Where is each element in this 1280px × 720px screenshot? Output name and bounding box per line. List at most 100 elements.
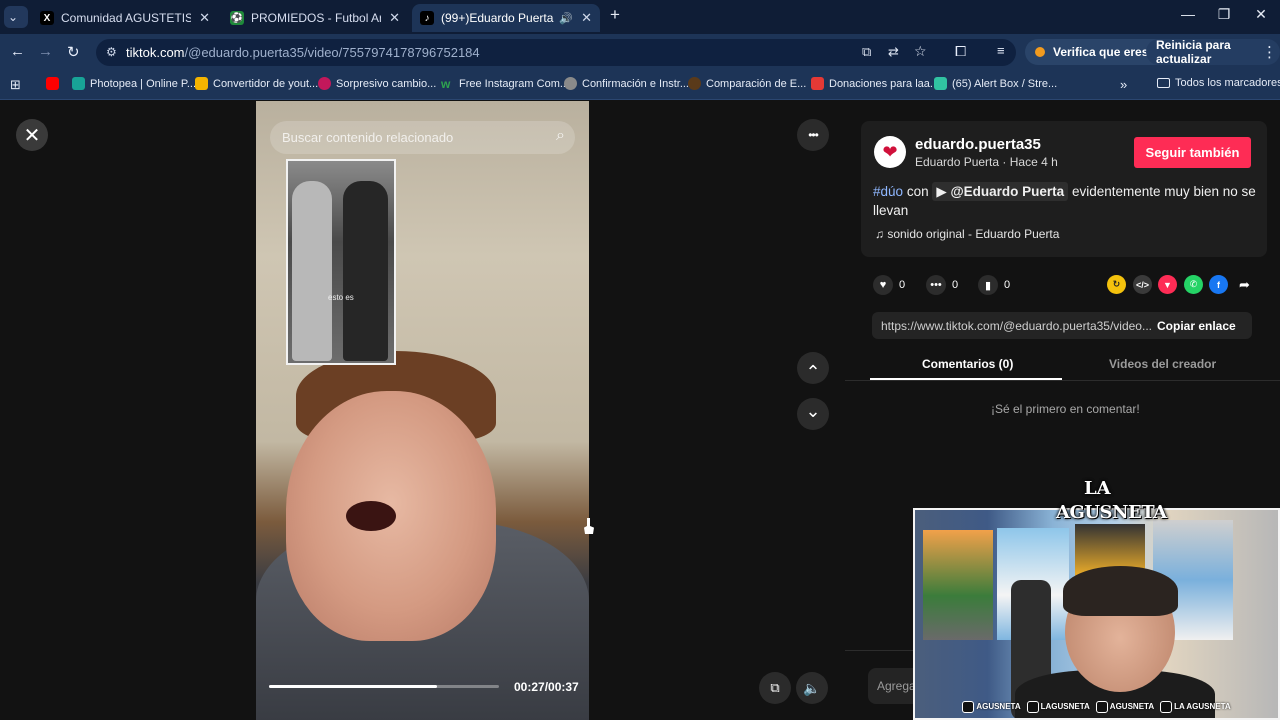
repost-icon[interactable]: ↻ bbox=[1107, 275, 1126, 294]
back-arrow-icon[interactable]: ← bbox=[10, 43, 25, 60]
handle-text: LAGUSNETA bbox=[1040, 702, 1090, 712]
facebook-icon[interactable]: f bbox=[1209, 275, 1228, 294]
share-link-box: https://www.tiktok.com/@eduardo.puerta35… bbox=[872, 312, 1252, 339]
sound-link[interactable]: ♫ sonido original - Eduardo Puerta bbox=[875, 227, 1059, 241]
video-player[interactable]: esto es bbox=[256, 101, 589, 720]
heart-icon: ❤ bbox=[882, 141, 898, 162]
news-icon bbox=[318, 77, 331, 90]
bookmark-photopea[interactable]: Photopea | Online P... bbox=[72, 77, 196, 90]
social-handles: AGUSNETA LAGUSNETA AGUSNETA LA AGUSNETA bbox=[915, 696, 1278, 718]
extensions-icon[interactable]: ⧠ bbox=[955, 43, 966, 60]
creator-username[interactable]: eduardo.puerta35 bbox=[915, 136, 1041, 153]
bookmark-sorpresivo[interactable]: Sorpresivo cambio... bbox=[318, 77, 436, 90]
search-icon[interactable]: ⌕ bbox=[556, 127, 565, 145]
mention-link[interactable]: ▶ @Eduardo Puerta bbox=[932, 182, 1069, 201]
new-tab-button[interactable]: + bbox=[600, 5, 630, 25]
bookmark-donaciones[interactable]: Donaciones para laa... bbox=[811, 77, 939, 90]
install-app-icon[interactable]: ⧉ bbox=[862, 44, 871, 60]
previous-video-button[interactable]: ⌃ bbox=[797, 352, 829, 384]
bookmark-label: Free Instagram Com... bbox=[459, 77, 570, 90]
send-icon[interactable]: ▼ bbox=[1158, 275, 1177, 294]
photopea-icon bbox=[72, 77, 85, 90]
inset-figure bbox=[292, 181, 332, 361]
restart-update-button[interactable]: Reinicia para actualizar bbox=[1146, 38, 1280, 66]
inset-figure bbox=[343, 181, 388, 361]
translate-icon[interactable]: ⇄ bbox=[888, 44, 899, 60]
comment-button[interactable]: ••• 0 bbox=[926, 275, 958, 295]
video-progress-bar[interactable] bbox=[269, 685, 499, 688]
x-logo-icon: X bbox=[40, 11, 54, 25]
chevron-down-icon: ⌄ bbox=[805, 400, 821, 421]
copy-link-button[interactable]: Copiar enlace bbox=[1157, 319, 1236, 333]
bookmark-confirmacion[interactable]: Confirmación e Instr... bbox=[564, 77, 689, 90]
close-icon[interactable]: ✕ bbox=[199, 10, 210, 26]
bookmark-label: Comparación de E... bbox=[706, 77, 807, 90]
bookmark-star-icon[interactable]: ☆ bbox=[914, 43, 927, 60]
reload-icon[interactable]: ↻ bbox=[67, 43, 80, 61]
update-label: Reinicia para actualizar bbox=[1156, 38, 1231, 66]
follow-button[interactable]: Seguir también bbox=[1134, 137, 1251, 168]
bookmark-label: Sorpresivo cambio... bbox=[336, 77, 437, 90]
more-options-button[interactable]: ••• bbox=[797, 119, 829, 151]
kick-handle: AGUSNETA bbox=[1095, 701, 1154, 713]
close-video-button[interactable]: ✕ bbox=[16, 119, 48, 151]
tab-search-button[interactable]: ⌄ bbox=[4, 6, 28, 28]
share-arrow-icon[interactable]: ➦ bbox=[1235, 275, 1254, 294]
site-info-icon[interactable]: ⚙ bbox=[106, 45, 117, 59]
chevron-down-icon: ⌄ bbox=[8, 10, 19, 24]
bookmark-alertbox[interactable]: (65) Alert Box / Stre... bbox=[934, 77, 1057, 90]
all-bookmarks-folder[interactable]: Todos los marcadores bbox=[1157, 77, 1280, 89]
tab-promiedos[interactable]: ⚽ PROMIEDOS - Futbol Argentino ✕ bbox=[222, 4, 408, 32]
close-window-button[interactable]: ✕ bbox=[1246, 6, 1276, 23]
hashtag-link[interactable]: #dúo bbox=[873, 184, 903, 199]
empty-comments-message: ¡Sé el primero en comentar! bbox=[991, 402, 1140, 416]
bookmark-label: Confirmación e Instr... bbox=[582, 77, 689, 90]
menu-kebab-icon[interactable]: ⋮ bbox=[1262, 43, 1277, 61]
avatar[interactable]: ❤ bbox=[874, 136, 906, 168]
save-button[interactable]: ▮ 0 bbox=[978, 275, 1010, 295]
volume-button[interactable]: 🔈 bbox=[796, 672, 828, 704]
kick-icon bbox=[1095, 701, 1108, 713]
maximize-button[interactable]: ❐ bbox=[1209, 6, 1239, 23]
url-host: tiktok.com bbox=[126, 45, 185, 60]
whatsapp-icon[interactable]: ✆ bbox=[1184, 275, 1203, 294]
bookmark-label: Todos los marcadores bbox=[1175, 77, 1280, 89]
bookmark-convertidor[interactable]: Convertidor de yout... bbox=[195, 77, 318, 90]
tab-creator-videos[interactable]: Videos del creador bbox=[1109, 357, 1216, 371]
apps-grid-icon[interactable]: ⊞ bbox=[10, 77, 21, 93]
minimize-button[interactable]: — bbox=[1173, 6, 1203, 22]
streamer bbox=[1063, 566, 1178, 616]
related-search-input[interactable]: Buscar contenido relacionado ⌕ bbox=[270, 121, 575, 154]
close-icon[interactable]: ✕ bbox=[581, 10, 592, 26]
tab-comments[interactable]: Comentarios (0) bbox=[922, 357, 1013, 371]
logo-text-bottom: AGUSNETA bbox=[1056, 502, 1167, 523]
bookmarks-overflow-icon[interactable]: » bbox=[1120, 77, 1127, 92]
like-button[interactable]: ♥ 0 bbox=[873, 275, 905, 295]
folder-icon bbox=[1157, 78, 1170, 88]
instagram-handle: AGUSNETA bbox=[962, 701, 1021, 713]
picture-in-picture-icon: ⧉ bbox=[770, 680, 780, 695]
next-video-button[interactable]: ⌄ bbox=[797, 398, 829, 430]
speaker-icon[interactable]: 🔊 bbox=[559, 12, 573, 25]
forward-arrow-icon[interactable]: → bbox=[38, 43, 53, 60]
warning-dot-icon bbox=[1035, 47, 1045, 57]
embed-icon[interactable]: </> bbox=[1133, 275, 1152, 294]
close-icon[interactable]: ✕ bbox=[389, 10, 400, 26]
tab-tiktok[interactable]: ♪ (99+)Eduardo Puerta (@ed 🔊 ✕ bbox=[412, 4, 600, 32]
x-handle: LAGUSNETA bbox=[1026, 701, 1090, 713]
media-controls-icon[interactable]: ≡ bbox=[997, 43, 1005, 58]
bookmark-comparacion[interactable]: Comparación de E... bbox=[688, 77, 806, 90]
pip-button[interactable]: ⧉ bbox=[759, 672, 791, 704]
share-url[interactable]: https://www.tiktok.com/@eduardo.puerta35… bbox=[872, 319, 1157, 333]
bookmark-instagram[interactable]: w Free Instagram Com... bbox=[441, 77, 570, 91]
tab-agustetismo[interactable]: X Comunidad AGUSTETISMO (SU ✕ bbox=[32, 4, 218, 32]
heart-icon: ♥ bbox=[873, 275, 893, 295]
bookmarks-bar: ⊞ Photopea | Online P... Convertidor de … bbox=[0, 70, 1280, 100]
youtube-handle: LA AGUSNETA bbox=[1160, 701, 1231, 713]
video-description: #dúo con ▶ @Eduardo Puerta evidentemente… bbox=[873, 182, 1258, 220]
soccer-ball-icon: ⚽ bbox=[230, 11, 244, 25]
address-bar[interactable]: ⚙ tiktok.com/@eduardo.puerta35/video/755… bbox=[96, 39, 1016, 66]
bookmark-youtube[interactable] bbox=[46, 77, 64, 90]
video-progress-fill bbox=[269, 685, 437, 688]
search-placeholder: Buscar contenido relacionado bbox=[282, 130, 454, 145]
